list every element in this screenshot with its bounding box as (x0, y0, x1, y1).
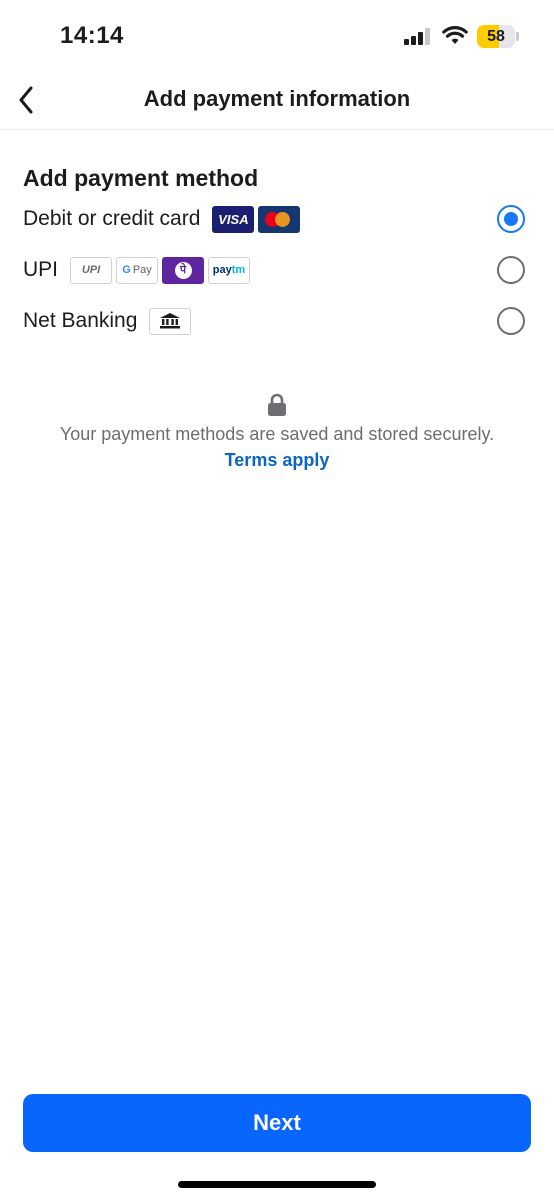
lock-icon (268, 393, 286, 416)
net-banking-logos (149, 307, 192, 335)
battery-cap (516, 32, 519, 41)
upi-logos: UPI G Pay पे pay tm (70, 256, 251, 284)
paytm-logo: pay tm (208, 256, 251, 284)
paytm-text-b: tm (231, 264, 246, 276)
phonepe-logo: पे (162, 256, 205, 284)
battery-level: 58 (487, 28, 505, 45)
security-message: Your payment methods are saved and store… (59, 424, 495, 444)
paytm-text-a: pay (212, 264, 232, 276)
method-label: Net Banking (23, 309, 138, 332)
card-logos: VISA (212, 205, 301, 233)
terms-link[interactable]: Terms apply (0, 450, 554, 471)
status-bar: 14:14 58 (0, 0, 554, 70)
section-title: Add payment method (23, 165, 259, 191)
bank-icon (149, 307, 192, 335)
wifi-icon (442, 26, 468, 44)
visa-logo: VISA (212, 205, 255, 233)
radio-upi[interactable] (497, 256, 525, 284)
radio-card[interactable] (497, 205, 525, 233)
radio-net-banking[interactable] (497, 307, 525, 335)
cellular-signal-icon (404, 28, 430, 45)
google-pay-logo: G Pay (116, 256, 159, 284)
page-title: Add payment information (143, 86, 411, 111)
payment-method-net-banking[interactable]: Net Banking (0, 297, 554, 345)
google-pay-text: Pay (132, 264, 152, 276)
payment-method-card[interactable]: Debit or credit card VISA (0, 195, 554, 243)
home-indicator (178, 1181, 376, 1188)
mastercard-logo (258, 205, 301, 233)
next-button[interactable]: Next (23, 1094, 531, 1152)
status-time: 14:14 (60, 22, 124, 49)
payment-method-upi[interactable]: UPI UPI G Pay पे pay tm (0, 246, 554, 294)
phonepe-mark: पे (174, 261, 192, 279)
battery-icon: 58 (477, 25, 515, 48)
upi-logo: UPI (70, 256, 113, 284)
screen: 14:14 58 Add payment information Add pay… (0, 0, 554, 1200)
method-label: UPI (23, 258, 59, 281)
nav-bar: Add payment information (0, 70, 554, 130)
method-label: Debit or credit card (23, 207, 201, 230)
google-g-mark: G (122, 264, 131, 276)
